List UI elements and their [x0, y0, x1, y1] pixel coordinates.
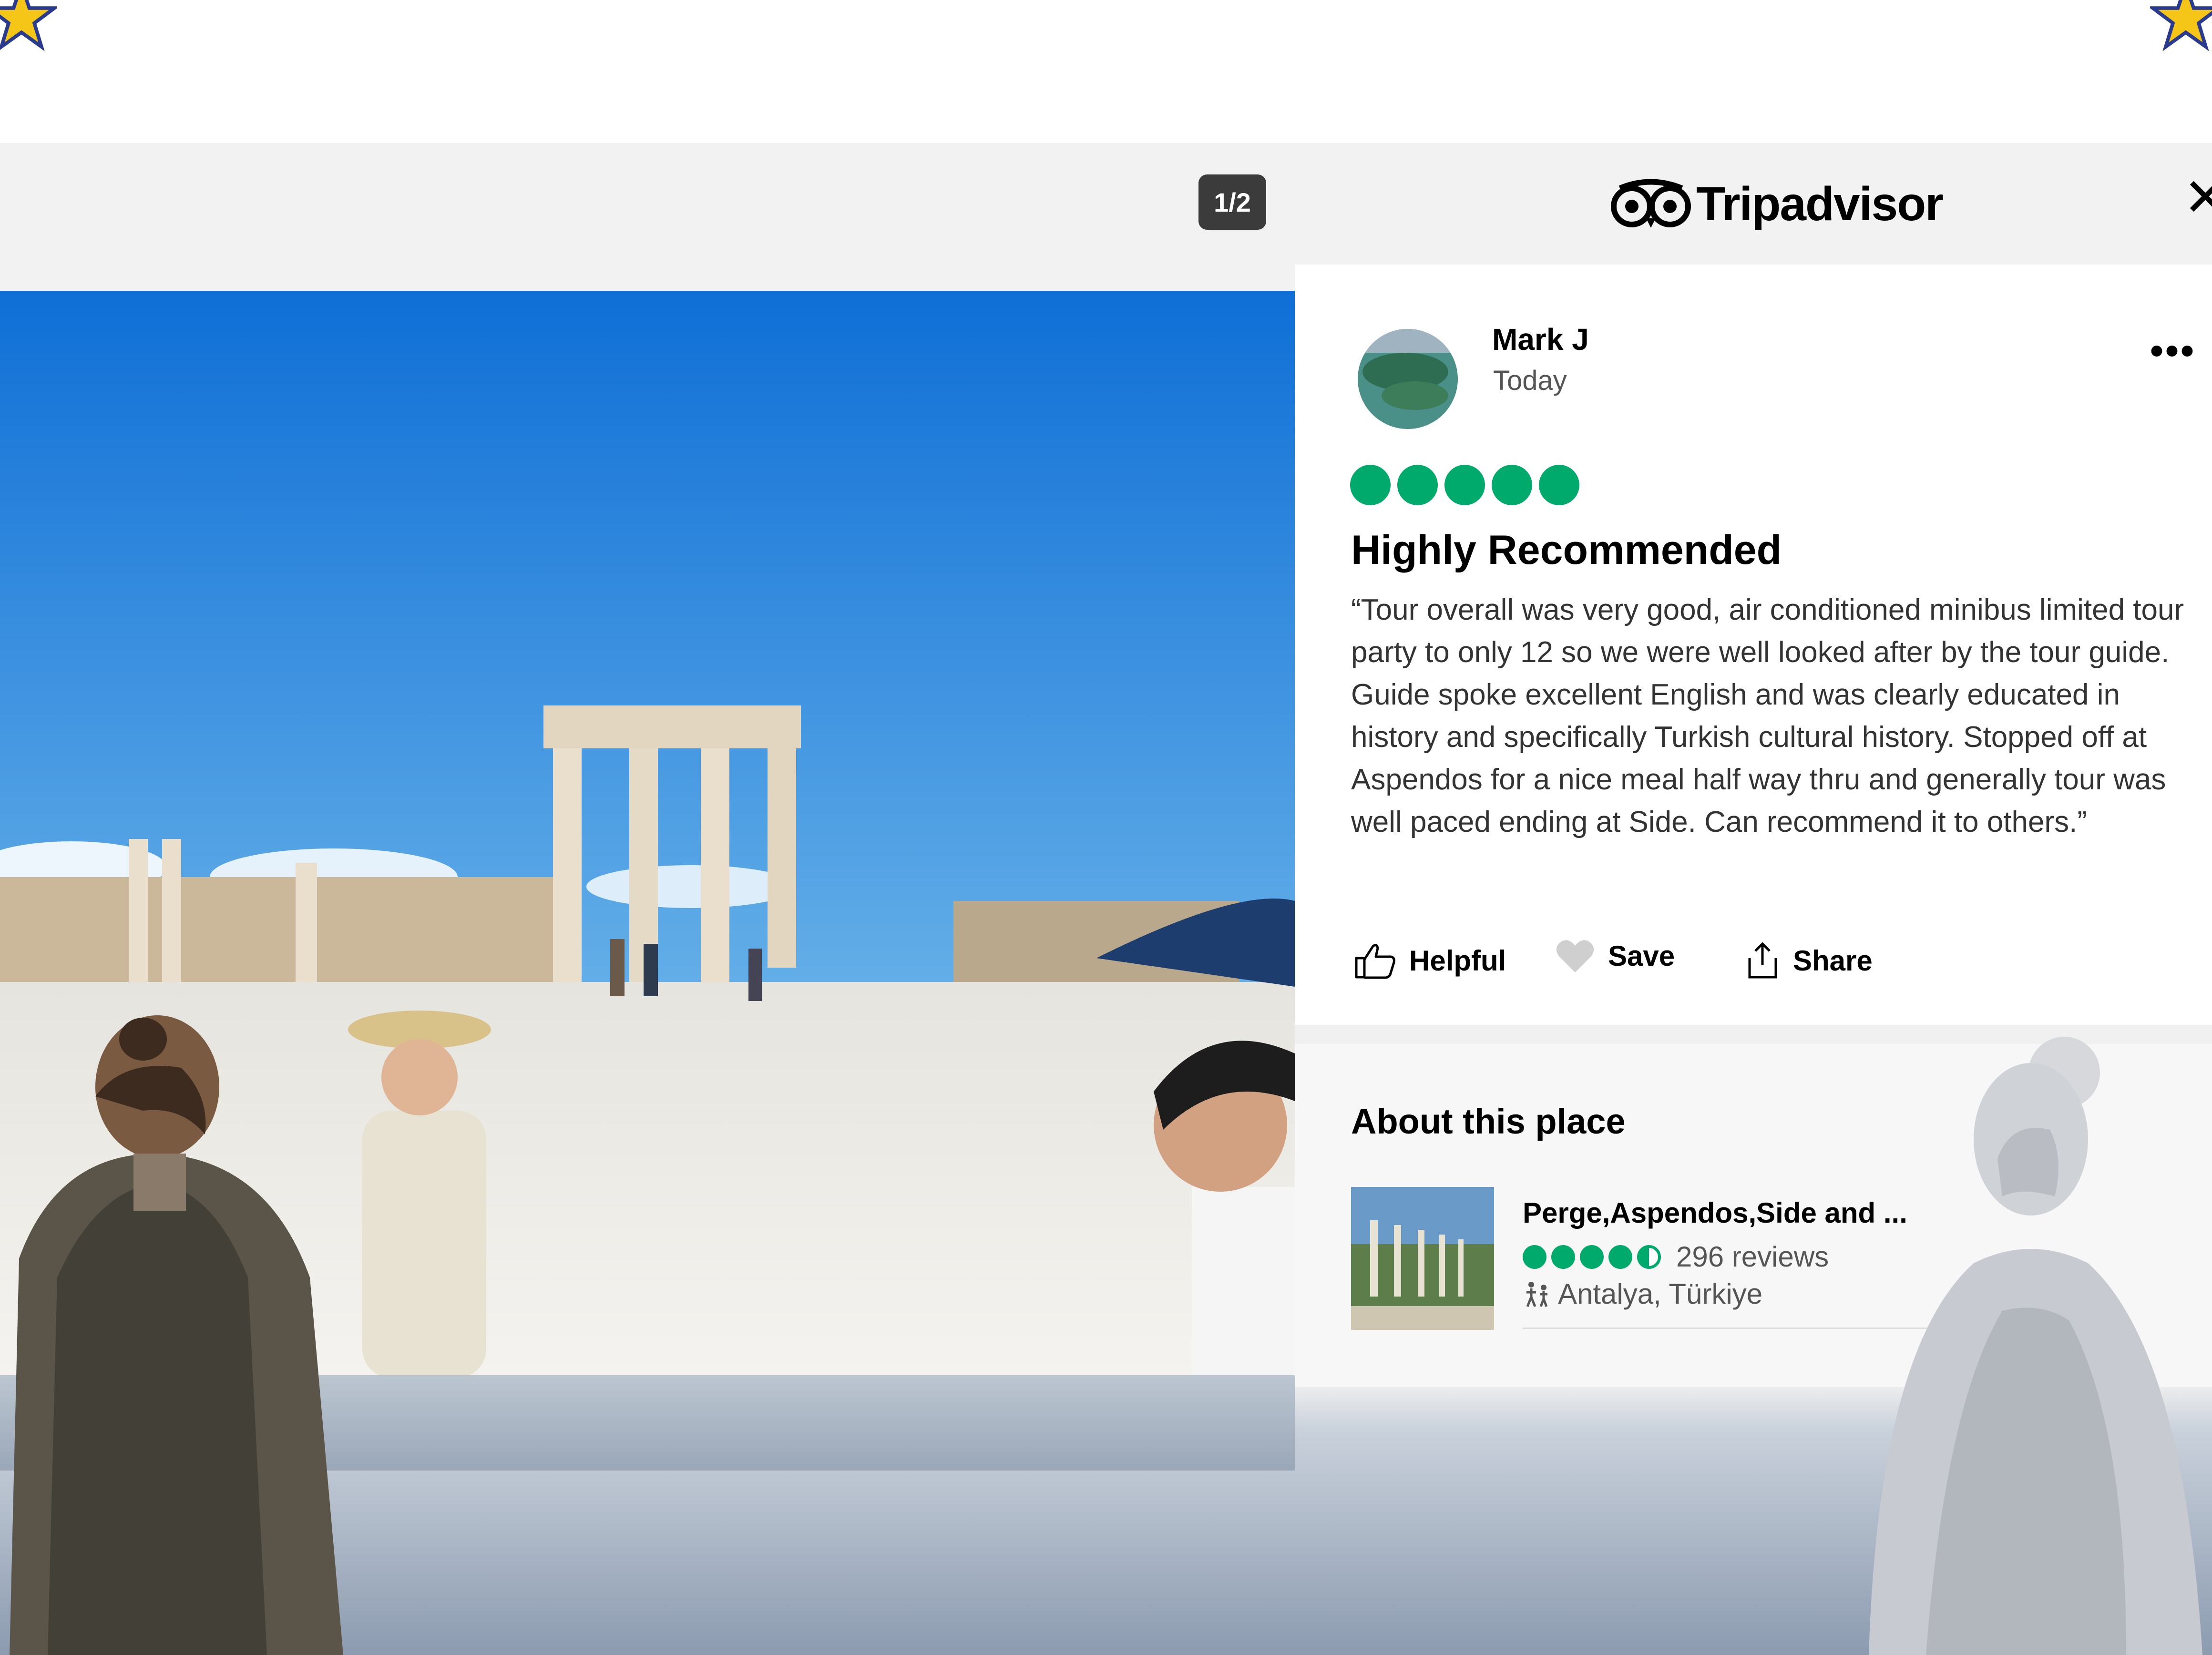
place-location: Antalya, Türkiye: [1523, 1277, 1762, 1310]
tripadvisor-logo: Tripadvisor: [1610, 175, 1944, 233]
more-options-icon[interactable]: •••: [2150, 329, 2196, 373]
star-icon: [0, 0, 57, 51]
place-thumbnail[interactable]: [1351, 1187, 1494, 1330]
share-icon: [1748, 942, 1777, 979]
thumbs-up-icon: [1355, 944, 1395, 979]
review-rating: [1350, 465, 1579, 505]
rating-dot: [1492, 465, 1532, 505]
rating-dot: [1580, 1245, 1604, 1269]
rating-dot: [1444, 465, 1485, 505]
rating-dot: [1523, 1245, 1546, 1269]
rating-half-dot: [1637, 1245, 1661, 1269]
rating-dot: [1551, 1245, 1575, 1269]
avatar[interactable]: [1358, 329, 1458, 429]
reviewer-name[interactable]: Mark J: [1492, 322, 1589, 357]
review-date: Today: [1493, 365, 1567, 396]
rating-dot: [1539, 465, 1579, 505]
close-icon[interactable]: ✕: [2183, 172, 2212, 224]
top-band: [0, 0, 2212, 143]
helpful-label: Helpful: [1409, 944, 1506, 977]
rating-dot: [1350, 465, 1391, 505]
owl-eyes-icon: [1611, 179, 1691, 228]
place-review-count: 296 reviews: [1676, 1241, 1829, 1273]
review-text: “Tour overall was very good, air conditi…: [1351, 593, 2184, 838]
heart-icon: [1556, 940, 1594, 972]
brand-name: Tripadvisor: [1696, 177, 1944, 231]
about-title: About this place: [1351, 1102, 1626, 1141]
person-figure: [10, 1015, 343, 1655]
statue-figure: [1869, 1037, 2202, 1655]
photo-counter: 1/2: [1198, 174, 1266, 230]
save-button[interactable]: Save: [1555, 938, 1675, 974]
review-title: Highly Recommended: [1351, 527, 1782, 573]
share-label: Share: [1793, 944, 1873, 977]
rating-dot: [1608, 1245, 1632, 1269]
walking-people-icon: [1526, 1281, 1548, 1307]
save-label: Save: [1608, 940, 1675, 972]
place-location-text: Antalya, Türkiye: [1558, 1278, 1763, 1310]
share-button[interactable]: Share: [1745, 941, 1873, 980]
place-rating: 296 reviews: [1523, 1240, 1829, 1273]
rating-dot: [1397, 465, 1438, 505]
star-icon: [2150, 0, 2212, 51]
helpful-button[interactable]: Helpful: [1354, 941, 1506, 980]
